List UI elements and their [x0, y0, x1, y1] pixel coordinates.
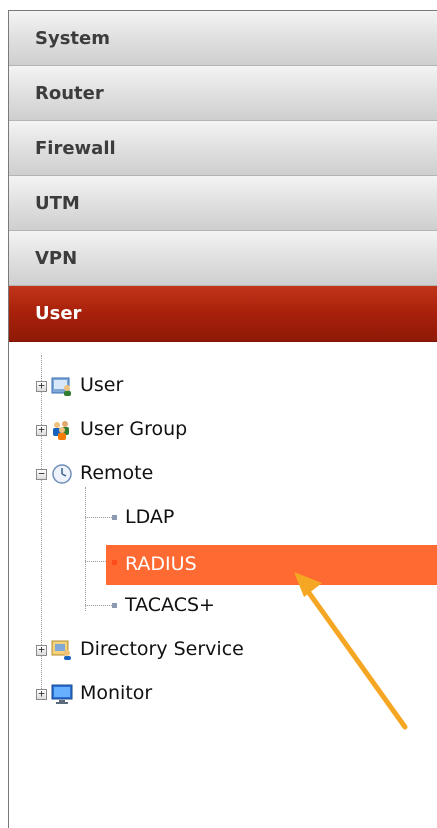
tree-label-radius: RADIUS [125, 553, 197, 575]
tree-item-directory-service[interactable]: + Directory Service [9, 633, 437, 667]
expand-icon[interactable]: + [36, 688, 47, 700]
clock-icon [52, 464, 72, 484]
tree-label-remote: Remote [80, 462, 154, 484]
directory-service-icon [51, 640, 71, 660]
expand-icon[interactable]: + [36, 644, 47, 656]
tree-item-tacacs[interactable]: TACACS+ [9, 589, 437, 623]
tree-label-user: User [80, 374, 124, 396]
tree-label-tacacs: TACACS+ [125, 594, 215, 616]
tree-item-radius[interactable]: RADIUS [9, 545, 437, 585]
tree-label-directory-service: Directory Service [80, 638, 244, 660]
tree-item-ldap[interactable]: LDAP [9, 501, 437, 535]
tree-label-monitor: Monitor [80, 682, 153, 704]
collapse-icon[interactable]: − [36, 468, 47, 480]
user-group-icon [53, 421, 69, 440]
expand-icon[interactable]: + [36, 380, 47, 392]
navigation-panel: System Router Firewall UTM VPN User + Us… [8, 10, 437, 828]
bullet-icon [112, 603, 117, 608]
bullet-icon [112, 560, 117, 565]
menu-vpn[interactable]: VPN [9, 231, 437, 286]
menu-utm[interactable]: UTM [9, 176, 437, 231]
tree-label-user-group: User Group [80, 418, 188, 440]
bullet-icon [112, 515, 117, 520]
tree-item-user-group[interactable]: + User Group [9, 413, 437, 447]
menu-router[interactable]: Router [9, 66, 437, 121]
menu-system[interactable]: System [9, 11, 437, 66]
tree-item-user[interactable]: + User [9, 369, 437, 403]
menu-user[interactable]: User [9, 286, 437, 342]
monitor-icon [51, 684, 73, 704]
tree-item-remote[interactable]: − Remote [9, 457, 437, 491]
tree-item-monitor[interactable]: + Monitor [9, 677, 437, 711]
menu-firewall[interactable]: Firewall [9, 121, 437, 176]
tree-label-ldap: LDAP [125, 506, 175, 528]
expand-icon[interactable]: + [36, 424, 47, 436]
user-icon [51, 377, 71, 396]
